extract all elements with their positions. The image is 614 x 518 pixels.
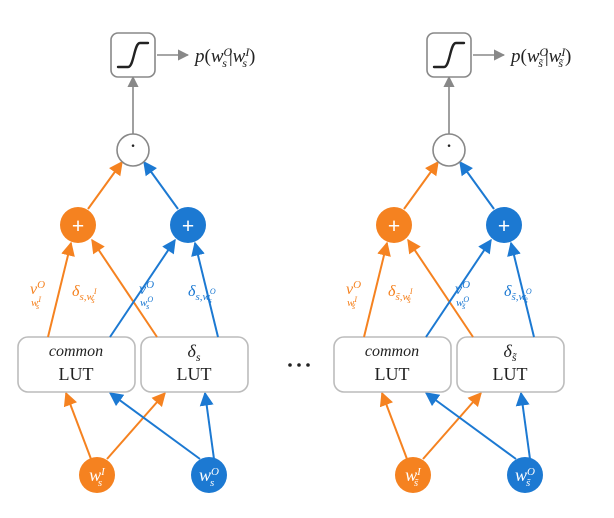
plus-label-wI-r: + [388, 213, 401, 238]
architecture-diagram: common LUT δs LUT vO wIs δs,wIs vO wOs [0, 0, 614, 518]
label-common-lut-bot: LUT [59, 364, 94, 384]
dot-label: · [129, 133, 136, 158]
edge-plusI-to-dot [88, 162, 122, 209]
plus-label-wO-r: + [498, 213, 511, 238]
edge-common-to-plusI-r [364, 243, 387, 337]
edge-label-vO-wO-sub-r: wOs̃ [456, 295, 469, 311]
edge-wO-to-deltaLUT-r [521, 393, 530, 459]
edge-label-vO-wI-sub-r: wIs̃ [347, 295, 357, 311]
label-common-lut-top: common [49, 343, 103, 360]
edge-plusO-to-dot [144, 162, 178, 209]
replica-s: common LUT δs LUT vO wIs δs,wIs vO wOs [18, 33, 255, 493]
replica-stilde: common LUT δs̃ LUT vO wIs̃ δs̃,wIs̃ vO w… [334, 33, 571, 493]
output-label-left: p(wOs|wIs) [193, 45, 255, 70]
edge-label-vO-wI-sub: wIs [31, 295, 41, 311]
edge-label-delta-wI-r: δs̃,wIs̃ [388, 283, 413, 305]
label-common-lut-bot-r: LUT [375, 364, 410, 384]
edge-common-to-plusI [48, 243, 71, 337]
output-label-right: p(wOs̃|wIs̃) [509, 45, 571, 70]
edge-plusI-to-dot-r [404, 162, 438, 209]
dot-label-r: · [445, 133, 452, 158]
edge-label-delta-wI: δs,wIs [72, 283, 97, 305]
edge-wI-to-commonLUT-r [382, 393, 407, 459]
edge-wO-to-deltaLUT [205, 393, 214, 459]
edge-wI-to-commonLUT [66, 393, 91, 459]
label-delta-lut-bot: LUT [177, 364, 212, 384]
label-delta-lut-bot-r: LUT [493, 364, 528, 384]
edge-label-delta-wO-r: δs̃,wOs̃ [504, 283, 532, 305]
plus-label-wI: + [72, 213, 85, 238]
ellipsis [288, 363, 310, 367]
edge-label-delta-wO: δs,wOs [188, 283, 216, 305]
label-common-lut-top-r: common [365, 343, 419, 360]
edge-plusO-to-dot-r [460, 162, 494, 209]
plus-label-wO: + [182, 213, 195, 238]
edge-label-vO-wO-sub: wOs [140, 295, 153, 311]
